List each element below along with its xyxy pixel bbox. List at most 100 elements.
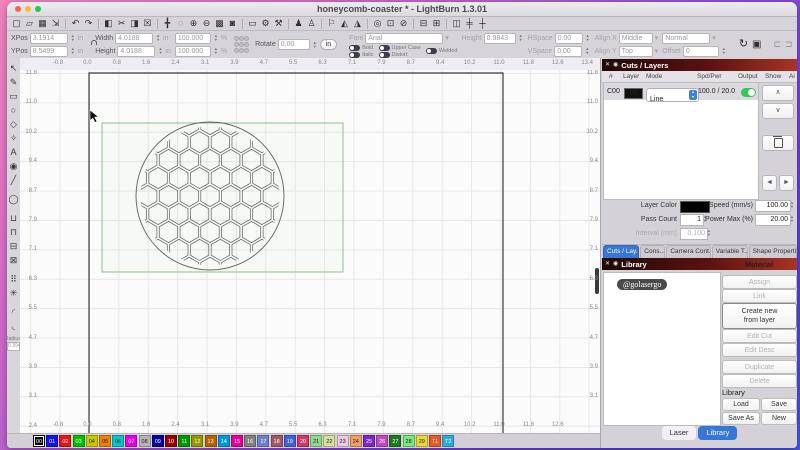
- layer-page-left-button[interactable]: ◄: [762, 175, 777, 191]
- maximize-window-button[interactable]: [35, 6, 41, 12]
- minimize-window-button[interactable]: [25, 6, 31, 12]
- palette-color-09[interactable]: 09: [151, 435, 164, 447]
- distort-toggle[interactable]: [378, 51, 390, 58]
- palette-color-14[interactable]: 14: [217, 435, 230, 447]
- anchor-point-grid[interactable]: [234, 36, 250, 53]
- workspace-canvas[interactable]: 11.8 11.0 10.2 9.4 8.7 7.9 7.1 6.3 5.5 4.7 3.9 3.1 2…: [20, 70, 600, 437]
- align-horizontal-icon[interactable]: ⊟: [417, 17, 430, 30]
- panel-detach-icon[interactable]: ◉: [613, 59, 618, 71]
- library-save-as-button[interactable]: Save As: [722, 412, 760, 425]
- font-select[interactable]: Arial: [365, 32, 444, 44]
- xpos-input[interactable]: 3.1914: [29, 32, 68, 44]
- redo-icon[interactable]: ↷: [82, 17, 95, 30]
- palette-color-27[interactable]: 27: [389, 435, 402, 447]
- zoom-out-icon[interactable]: ⊖: [200, 17, 213, 30]
- palette-color-17[interactable]: 17: [257, 435, 270, 447]
- position-laser-tool[interactable]: ◉: [7, 159, 20, 173]
- material-button-delete[interactable]: Delete: [722, 374, 797, 388]
- delete-icon[interactable]: ☒: [141, 17, 154, 30]
- copy-icon[interactable]: ◧: [102, 17, 115, 30]
- text-style-select[interactable]: Normal: [662, 32, 711, 44]
- units-button[interactable]: in: [319, 39, 338, 50]
- layer-output-toggle[interactable]: [741, 88, 756, 97]
- weld-tool[interactable]: ⊔: [7, 211, 20, 225]
- fillet-tool-b[interactable]: ◟: [7, 319, 20, 333]
- height-stepper[interactable]: [157, 46, 163, 56]
- snap-icon[interactable]: ╪: [463, 17, 476, 30]
- height-percent-input[interactable]: 100.000: [174, 45, 211, 57]
- layer-color-chip[interactable]: 00: [624, 88, 643, 99]
- fillet-tool-a[interactable]: ◜: [7, 305, 20, 319]
- library-new-button[interactable]: New: [761, 412, 797, 425]
- palette-color-08[interactable]: 08: [138, 435, 151, 447]
- palette-color-23[interactable]: 23: [336, 435, 349, 447]
- offset-input[interactable]: 0: [682, 45, 719, 57]
- library-load-button[interactable]: Load: [722, 398, 760, 411]
- hspace-stepper[interactable]: [585, 33, 591, 43]
- multi-user-icon[interactable]: ♟: [292, 17, 305, 30]
- radius-input[interactable]: 0.394: [7, 342, 21, 351]
- material-button-duplicate[interactable]: Duplicate: [722, 360, 797, 374]
- preview-icon[interactable]: ▭: [246, 17, 259, 30]
- library-close-icon[interactable]: ✕: [605, 258, 610, 270]
- boolean-intersect-tool[interactable]: ⊠: [7, 253, 20, 267]
- hspace-input[interactable]: 0.00: [554, 32, 583, 44]
- palette-color-05[interactable]: 05: [99, 435, 111, 447]
- paste-icon[interactable]: ◨: [128, 17, 141, 30]
- boolean-subtract-tool[interactable]: ⊟: [7, 239, 20, 253]
- circular-array-tool[interactable]: ✳: [7, 286, 20, 300]
- speed-input[interactable]: 100.00: [755, 200, 791, 212]
- welded-toggle[interactable]: [425, 48, 437, 54]
- palette-color-19[interactable]: 19: [283, 435, 296, 447]
- palette-color-21[interactable]: 21: [310, 435, 323, 447]
- palette-color-24[interactable]: 24: [349, 435, 362, 447]
- rotate-stepper[interactable]: [312, 40, 318, 50]
- save-icon[interactable]: ▦: [36, 17, 49, 30]
- material-button-link[interactable]: Link: [722, 289, 797, 303]
- mirror-vertical-icon[interactable]: ◮: [351, 17, 364, 30]
- material-button-edit-desc[interactable]: Edit Desc: [722, 343, 797, 357]
- cut-icon[interactable]: ✂: [115, 17, 128, 30]
- panel-tab-0[interactable]: Cuts / Lay...: [603, 245, 640, 258]
- interval-stepper[interactable]: [706, 228, 712, 238]
- camera-icon[interactable]: ◙: [226, 17, 239, 30]
- boolean-union-tool[interactable]: ⊓: [7, 225, 20, 239]
- offset-shapes-tool[interactable]: ◯: [7, 192, 20, 206]
- library-list[interactable]: @golasergo: [603, 272, 721, 426]
- grid-helper-icon[interactable]: ┼: [476, 17, 489, 30]
- tab-laser[interactable]: Laser: [661, 426, 697, 440]
- palette-color-29[interactable]: 29: [415, 435, 428, 447]
- uppercase-toggle[interactable]: [378, 44, 390, 51]
- layer-color-swatch[interactable]: [680, 201, 710, 213]
- dock-right-icon[interactable]: ⊐: [785, 38, 793, 51]
- palette-color-07[interactable]: 07: [125, 435, 138, 447]
- measure-tool[interactable]: ╱: [7, 173, 20, 187]
- palette-color-T1[interactable]: T1: [429, 435, 441, 447]
- flag-icon[interactable]: ⚐: [325, 17, 338, 30]
- material-button-edit-cut[interactable]: Edit Cut: [722, 329, 797, 343]
- user-origin-icon[interactable]: ⊡: [384, 17, 397, 30]
- layer-move-up-button[interactable]: ∧: [762, 85, 794, 101]
- palette-color-16[interactable]: 16: [244, 435, 257, 447]
- width-percent-input[interactable]: 100.000: [174, 32, 211, 44]
- palette-color-00[interactable]: 00: [33, 435, 45, 447]
- panel-close-icon[interactable]: ✕: [605, 59, 610, 71]
- polygon-tool[interactable]: ◇: [7, 117, 20, 131]
- palette-color-15[interactable]: 15: [231, 435, 243, 447]
- palette-color-01[interactable]: 01: [46, 435, 59, 447]
- palette-color-04[interactable]: 04: [85, 435, 98, 447]
- panel-tab-2[interactable]: Camera Cont...: [666, 245, 711, 258]
- ellipse-tool[interactable]: ○: [7, 103, 20, 117]
- material-button-assign[interactable]: Assign: [722, 275, 797, 289]
- zoom-icon[interactable]: ◌: [174, 17, 187, 30]
- layer-move-down-button[interactable]: ∨: [762, 103, 794, 119]
- palette-color-13[interactable]: 13: [204, 435, 217, 447]
- rotate-input[interactable]: 0.00: [277, 39, 310, 50]
- move-to-page-icon[interactable]: ◫: [450, 17, 463, 30]
- measure-icon[interactable]: ⊘: [397, 17, 410, 30]
- height-input[interactable]: 4.0188: [117, 45, 156, 57]
- xpos-stepper[interactable]: [70, 33, 76, 43]
- palette-color-20[interactable]: 20: [297, 435, 309, 447]
- pass-count-input[interactable]: 1: [680, 214, 704, 226]
- ypos-input[interactable]: 8.5499: [29, 45, 68, 57]
